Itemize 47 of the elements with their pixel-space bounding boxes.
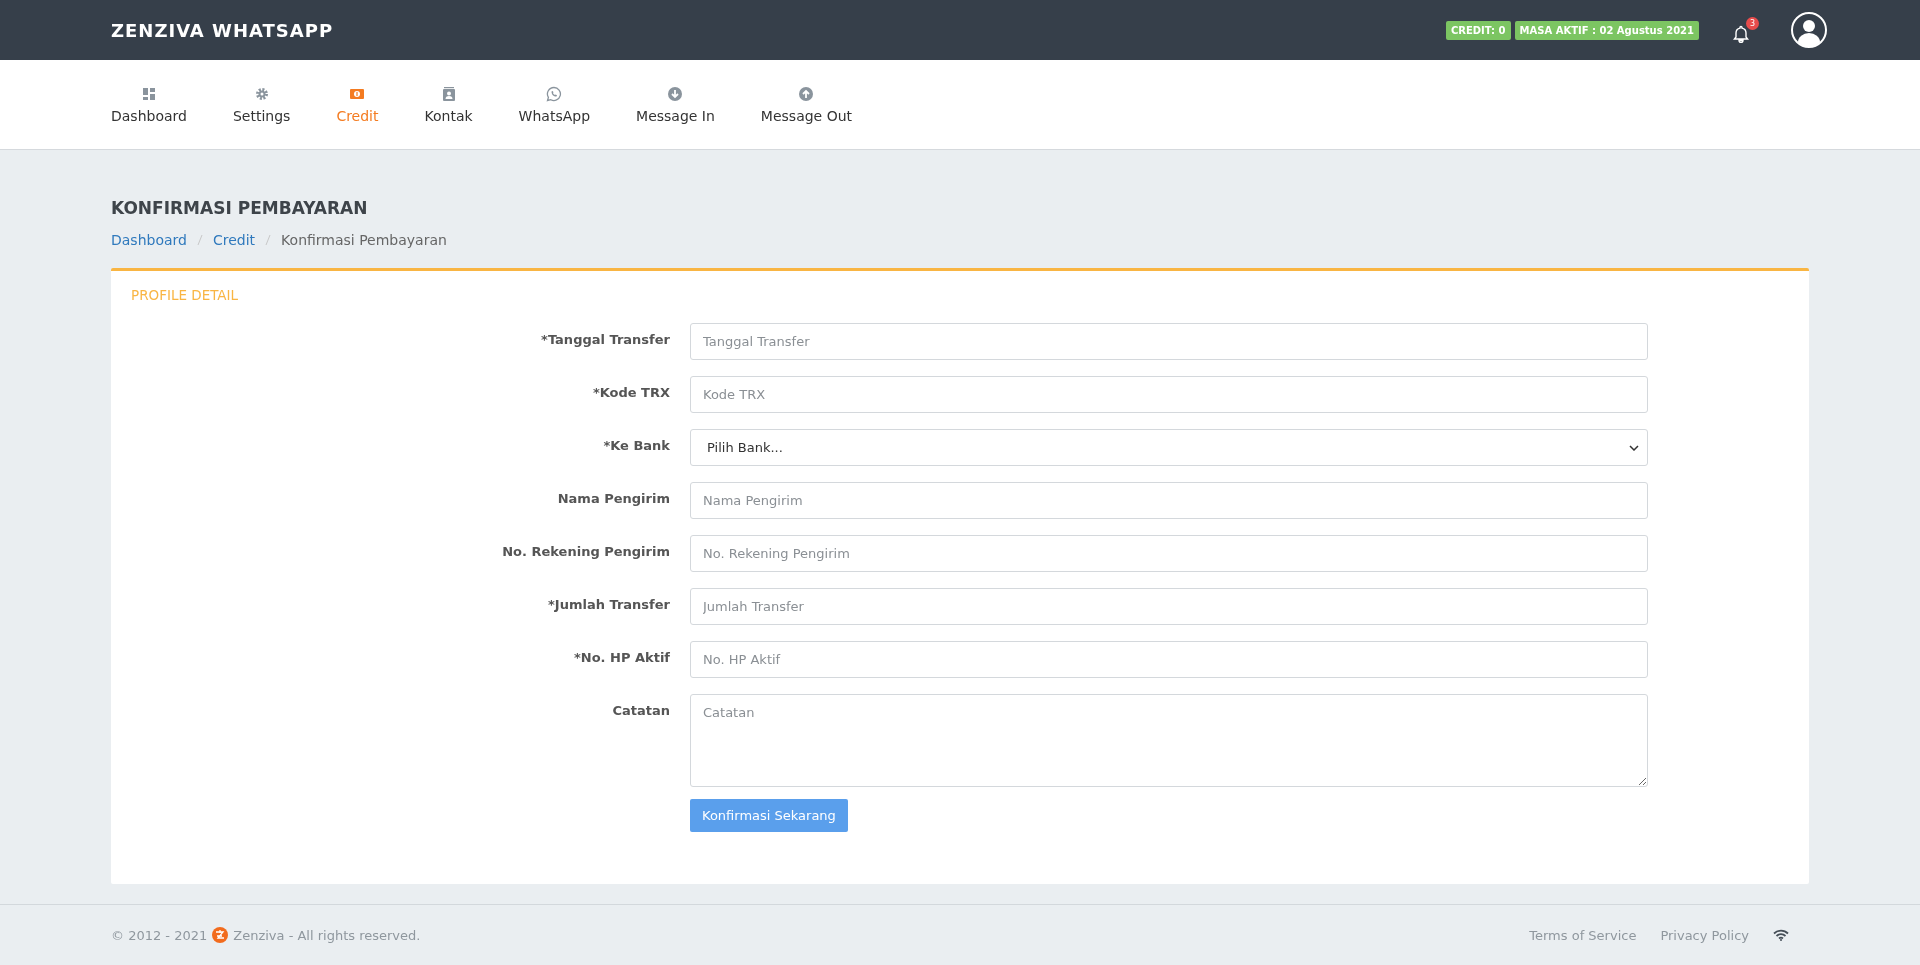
bell-icon [1733, 25, 1749, 43]
input-field[interactable]: Nama Pengirim [690, 482, 1648, 519]
field-label: *No. HP Aktif [572, 649, 670, 665]
nav-tab[interactable]: Kontak [424, 85, 473, 124]
notes-field[interactable]: Catatan [690, 694, 1648, 787]
input-field[interactable]: Jumlah Transfer [690, 588, 1648, 625]
arrow-up-circle-icon [798, 85, 815, 102]
field-label: *Tanggal Transfer [540, 331, 670, 347]
page-title: KONFIRMASI PEMBAYARAN [111, 198, 369, 218]
breadcrumb-link[interactable]: Dashboard [111, 232, 187, 248]
avatar-icon[interactable] [1791, 12, 1827, 48]
field-label: *Jumlah Transfer [547, 596, 670, 612]
status-badge: MASA AKTIF : 02 Agustus 2021 [1514, 20, 1699, 40]
logo-icon [212, 927, 229, 943]
nav-tab[interactable]: WhatsApp [518, 85, 591, 124]
field-label: *Ke Bank [602, 437, 670, 453]
field-label: No. Rekening Pengirim [501, 543, 670, 559]
card-title: PROFILE DETAIL [131, 287, 240, 303]
company-text: Zenziva - All rights reserved. [233, 927, 421, 943]
breadcrumb-current: Konfirmasi Pembayaran [281, 232, 447, 248]
nav-tab[interactable]: Message In [636, 85, 715, 124]
notification-count: 3 [1746, 17, 1759, 30]
input-field[interactable]: No. Rekening Pengirim [690, 535, 1648, 572]
copyright-text: © 2012 - 2021 [111, 927, 208, 943]
breadcrumb-separator-icon [196, 234, 203, 246]
field-label: Nama Pengirim [556, 490, 670, 506]
nav-tab[interactable]: Message Out [760, 85, 853, 124]
settings-icon [253, 85, 270, 102]
nav-tab[interactable]: Dashboard [111, 85, 187, 124]
breadcrumb-link[interactable]: Credit [212, 232, 256, 248]
field-label: Catatan [611, 702, 670, 718]
breadcrumb-separator-icon [265, 234, 272, 246]
input-field[interactable]: Tanggal Transfer [690, 323, 1648, 360]
bank-dropdown[interactable]: Pilih Bank... [690, 429, 1648, 466]
contact-card-icon [440, 85, 457, 102]
notification-button[interactable]: 3 [1729, 17, 1759, 43]
input-field[interactable]: No. HP Aktif [690, 641, 1648, 678]
grid-icon [141, 85, 157, 102]
brand-title: ZENZIVA WHATSAPP [111, 19, 334, 41]
nav-tab[interactable]: Settings [232, 85, 291, 124]
input-field[interactable]: Kode TRX [690, 376, 1648, 413]
status-badge: CREDIT: 0 [1445, 20, 1511, 40]
field-label: *Kode TRX [591, 384, 670, 400]
chat-bubble-icon [546, 85, 563, 102]
chevron-down-icon [1629, 444, 1639, 451]
wifi-icon [1773, 929, 1789, 941]
arrow-down-circle-icon [667, 85, 684, 102]
